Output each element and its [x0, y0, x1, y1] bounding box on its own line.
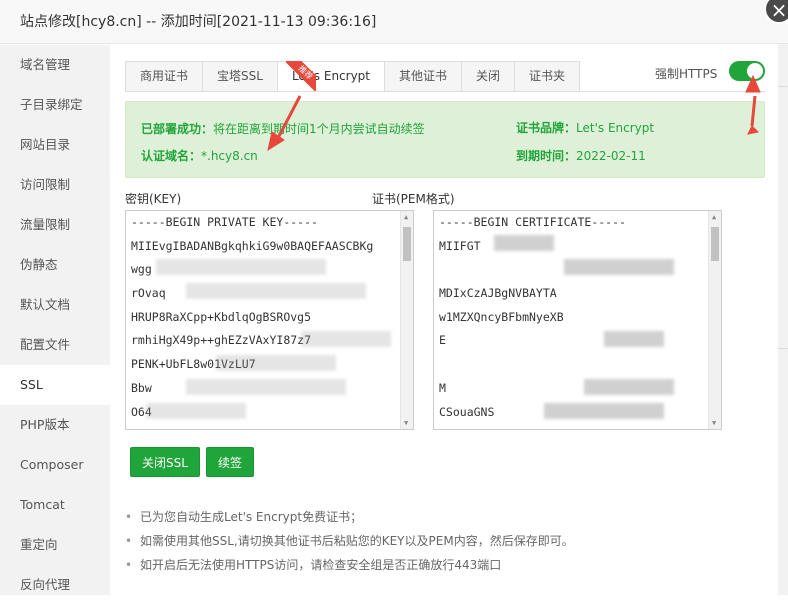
arrow-to-toggle: [750, 95, 757, 127]
arrow-head: [745, 74, 761, 93]
annotation-arrows: [267, 74, 761, 152]
arrow-to-domain: [274, 95, 302, 143]
arrow-head: [267, 131, 285, 152]
arrow-tail: [747, 125, 760, 135]
site-edit-dialog: 站点修改[hcy8.cn] -- 添加时间[2021-11-13 09:36:1…: [0, 0, 788, 595]
arrow-icon: [267, 74, 761, 152]
